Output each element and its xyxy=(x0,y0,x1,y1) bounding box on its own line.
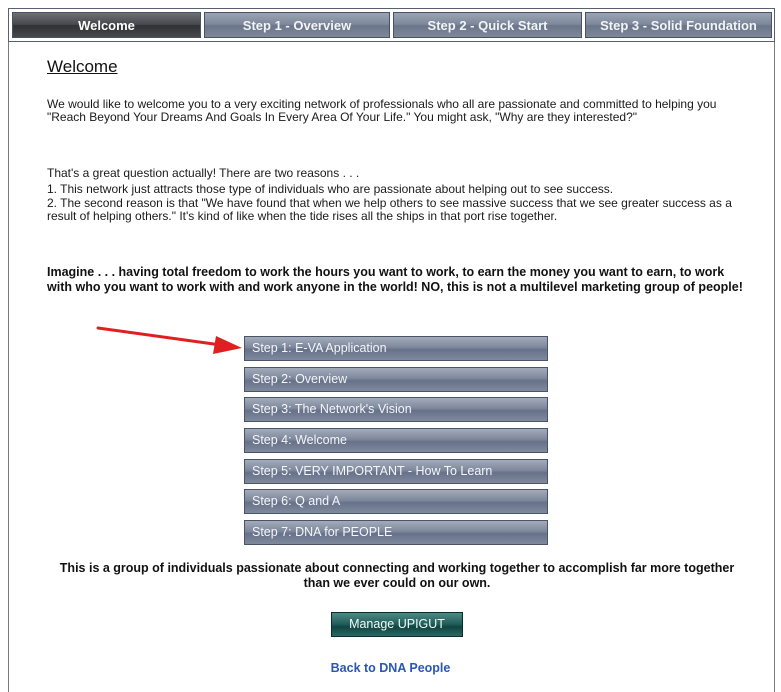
closing-statement: This is a group of individuals passionat… xyxy=(59,561,735,590)
tab-step-2-quick-start[interactable]: Step 2 - Quick Start xyxy=(393,12,582,38)
imagine-paragraph: Imagine . . . having total freedom to wo… xyxy=(47,265,743,294)
step-6-q-and-a-button[interactable]: Step 6: Q and A xyxy=(244,489,548,515)
red-arrow-icon xyxy=(96,326,242,354)
reason-2-text: 2. The second reason is that "We have fo… xyxy=(47,196,732,223)
tab-step-1-overview[interactable]: Step 1 - Overview xyxy=(204,12,390,38)
step-2-overview-button[interactable]: Step 2: Overview xyxy=(244,366,548,392)
step-buttons-list: Step 1: E-VA Application Step 2: Overvie… xyxy=(244,336,548,551)
tab-welcome[interactable]: Welcome xyxy=(12,12,201,38)
tab-bar: Welcome Step 1 - Overview Step 2 - Quick… xyxy=(8,8,775,42)
question-text: That's a great question actually! There … xyxy=(47,166,360,180)
step-5-how-to-learn-button[interactable]: Step 5: VERY IMPORTANT - How To Learn xyxy=(244,458,548,484)
manage-upigut-button[interactable]: Manage UPIGUT xyxy=(331,612,463,637)
page-title: Welcome xyxy=(47,57,118,76)
step-7-dna-for-people-button[interactable]: Step 7: DNA for PEOPLE xyxy=(244,520,548,546)
step-4-welcome-button[interactable]: Step 4: Welcome xyxy=(244,428,548,454)
tab-step-3-solid-foundation[interactable]: Step 3 - Solid Foundation xyxy=(585,12,772,38)
reason-1-text: 1. This network just attracts those type… xyxy=(47,182,614,196)
intro-paragraph: We would like to welcome you to a very e… xyxy=(47,97,717,124)
step-1-e-va-application-button[interactable]: Step 1: E-VA Application xyxy=(244,336,548,361)
back-to-dna-people-link[interactable]: Back to DNA People xyxy=(0,661,781,675)
step-3-network-vision-button[interactable]: Step 3: The Network's Vision xyxy=(244,397,548,423)
